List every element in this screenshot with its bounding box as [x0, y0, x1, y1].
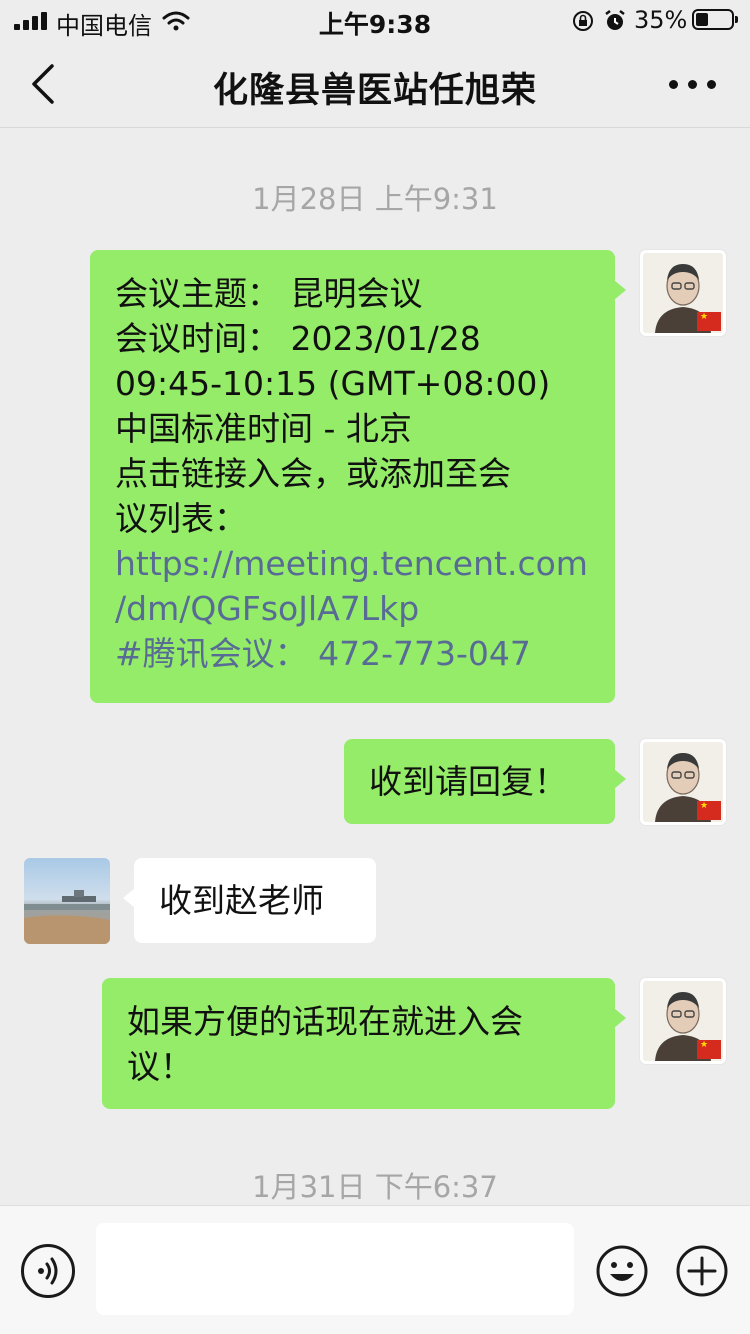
message-timestamp: 1月31日 下午6:37: [252, 1170, 498, 1204]
avatar-me[interactable]: ★: [640, 978, 726, 1064]
chevron-left-icon[interactable]: [24, 62, 64, 106]
message-timestamp: 1月28日 上午9:31: [252, 182, 498, 216]
message-text-line: 09:45-10:15 (GMT+08:00): [115, 364, 551, 403]
chat-header: 化隆县兽医站任旭荣: [0, 40, 750, 128]
message-text-line: 收到赵老师: [159, 881, 324, 920]
avatar-other[interactable]: [24, 858, 110, 944]
message-bubble-join-request[interactable]: 如果方便的话现在就进入会 议！: [102, 978, 626, 1109]
voice-icon[interactable]: [21, 1244, 75, 1298]
beach-photo-icon: [24, 890, 110, 944]
avatar-me[interactable]: ★: [640, 250, 726, 336]
message-text-line: 会议时间： 2023/01/28: [115, 319, 481, 358]
chat-input-bar: [0, 1205, 750, 1334]
battery-level-fill: [696, 13, 708, 26]
alarm-icon: [605, 10, 625, 30]
sound-waves-icon: [38, 1257, 58, 1285]
message-text-line: 中国标准时间 - 北京: [115, 409, 412, 448]
avatar-me[interactable]: ★: [640, 739, 726, 825]
battery-icon: [692, 9, 738, 30]
meeting-id-link[interactable]: #腾讯会议： 472-773-047: [115, 631, 615, 676]
message-bubble-meeting-info[interactable]: 会议主题： 昆明会议 会议时间： 2023/01/28 09:45-10:15 …: [90, 250, 626, 703]
message-text-line: 如果方便的话现在就进入会: [127, 1002, 523, 1041]
china-flag-icon: ★: [697, 312, 721, 331]
message-bubble-received[interactable]: 收到赵老师: [123, 858, 376, 943]
plus-icon[interactable]: [675, 1244, 729, 1298]
orientation-lock-icon: [573, 11, 593, 31]
chat-title: 化隆县兽医站任旭荣: [212, 71, 537, 111]
message-text-line: 会议主题： 昆明会议: [115, 274, 423, 313]
emoji-icon[interactable]: [595, 1244, 649, 1298]
meeting-link[interactable]: /dm/QGFsoJlA7Lkp: [115, 586, 615, 631]
more-dots-icon[interactable]: [664, 70, 720, 98]
message-text-line: 点击链接入会，或添加至会: [115, 454, 511, 493]
message-text-line: 收到请回复！: [369, 762, 567, 801]
china-flag-icon: ★: [697, 1040, 721, 1059]
message-input[interactable]: [96, 1223, 574, 1315]
message-text-line: 议！: [127, 1047, 193, 1086]
message-text-line: 议列表：: [115, 499, 247, 538]
battery-percentage: 35%: [634, 6, 688, 34]
meeting-link[interactable]: https://meeting.tencent.com: [115, 541, 615, 586]
china-flag-icon: ★: [697, 801, 721, 820]
status-bar: 中国电信 上午9:38 35%: [0, 0, 750, 40]
message-bubble-reply-request[interactable]: 收到请回复！: [344, 739, 626, 824]
